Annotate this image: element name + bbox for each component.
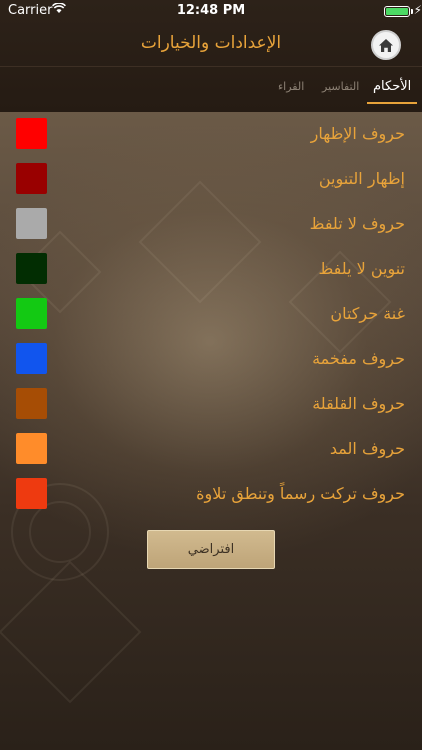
tab-reciters[interactable]: القراء <box>278 80 304 93</box>
tab-bar: الأحكام التفاسير القراء <box>0 72 422 112</box>
rule-row[interactable]: تنوين لا يلفظ <box>0 253 422 293</box>
color-swatch[interactable] <box>16 163 47 194</box>
clock: 12:48 PM <box>176 3 246 18</box>
rule-label: حروف مفخمة <box>312 349 405 368</box>
rule-label: غنة حركتان <box>330 304 405 323</box>
rule-label: حروف الإظهار <box>310 124 405 143</box>
rule-row[interactable]: إظهار التنوين <box>0 163 422 203</box>
rule-label: حروف لا تلفظ <box>309 214 405 233</box>
rule-label: حروف القلقلة <box>312 394 405 413</box>
rule-row[interactable]: حروف تركت رسماً وتنطق تلاوة <box>0 478 422 518</box>
status-bar: Carrier 12:48 PM ⚡ <box>0 0 422 22</box>
page-title: الإعدادات والخيارات <box>140 33 282 53</box>
rule-row[interactable]: حروف الإظهار <box>0 118 422 158</box>
color-swatch[interactable] <box>16 388 47 419</box>
battery-icon <box>384 6 410 17</box>
header-divider <box>0 66 422 67</box>
rule-label: إظهار التنوين <box>318 169 405 188</box>
rule-label: حروف تركت رسماً وتنطق تلاوة <box>196 484 405 503</box>
color-swatch[interactable] <box>16 208 47 239</box>
color-swatch[interactable] <box>16 478 47 509</box>
tab-rules[interactable]: الأحكام <box>373 79 411 94</box>
color-swatch[interactable] <box>16 343 47 374</box>
rule-row[interactable]: غنة حركتان <box>0 298 422 338</box>
home-button[interactable] <box>371 30 401 60</box>
rule-label: حروف المد <box>329 439 405 458</box>
color-swatch[interactable] <box>16 433 47 464</box>
active-tab-indicator <box>367 102 417 104</box>
home-icon <box>379 38 393 52</box>
rule-row[interactable]: حروف لا تلفظ <box>0 208 422 248</box>
rule-row[interactable]: حروف المد <box>0 433 422 473</box>
color-swatch[interactable] <box>16 298 47 329</box>
color-swatch[interactable] <box>16 118 47 149</box>
default-button[interactable]: افتراضي <box>147 530 275 569</box>
tab-tafsir[interactable]: التفاسير <box>322 80 359 93</box>
charging-icon: ⚡ <box>413 3 422 17</box>
rule-label: تنوين لا يلفظ <box>318 259 405 278</box>
rule-row[interactable]: حروف القلقلة <box>0 388 422 428</box>
header-bar: Carrier 12:48 PM ⚡ الإعدادات والخيارات ا… <box>0 0 422 112</box>
rule-row[interactable]: حروف مفخمة <box>0 343 422 383</box>
color-swatch[interactable] <box>16 253 47 284</box>
